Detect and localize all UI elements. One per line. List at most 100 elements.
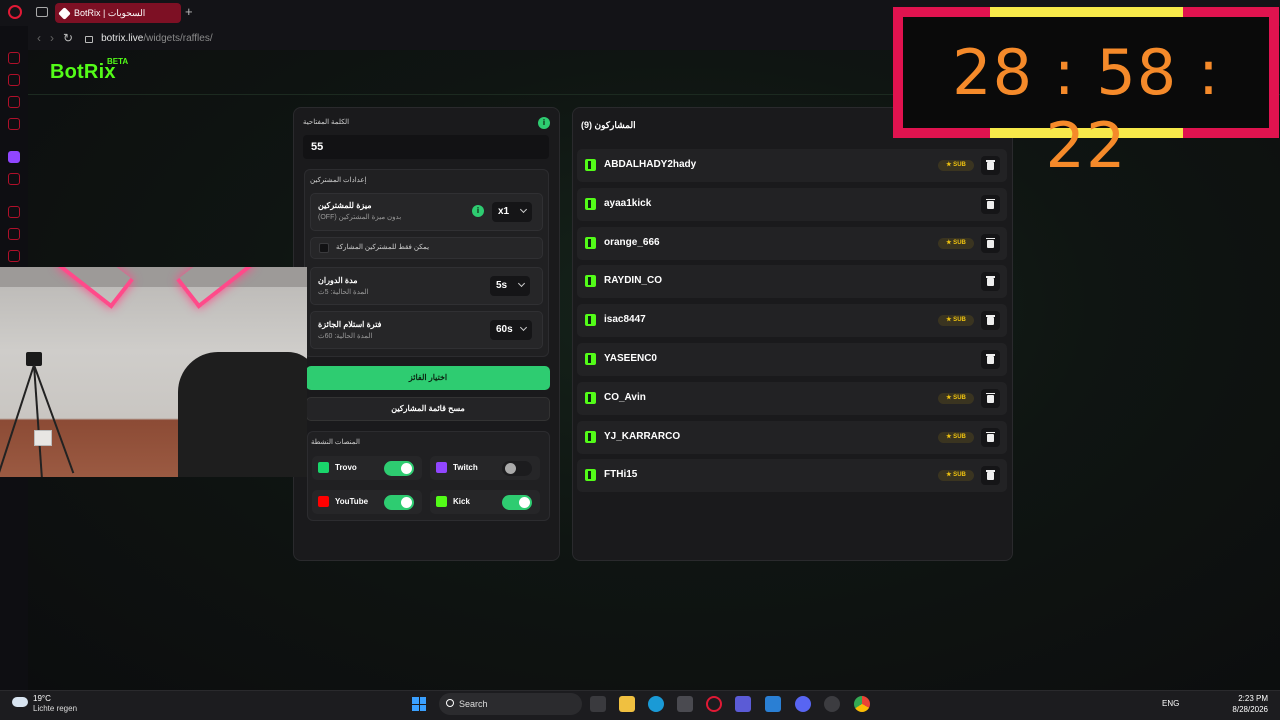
participant-row: YJ_KARRARCO ★ SUB bbox=[577, 420, 1007, 454]
windows-start-icon[interactable] bbox=[412, 697, 426, 711]
kick-icon bbox=[585, 159, 596, 171]
sidebar-whatsapp-icon[interactable] bbox=[8, 74, 20, 86]
sub-bonus-info-icon[interactable]: i bbox=[472, 205, 484, 217]
sidebar-instagram-icon[interactable] bbox=[8, 96, 20, 108]
twitch-icon bbox=[436, 462, 447, 473]
reload-icon[interactable]: ↻ bbox=[63, 31, 73, 45]
windows-taskbar bbox=[0, 690, 1280, 720]
only-subs-checkbox[interactable] bbox=[319, 243, 329, 253]
participant-name: CO_Avin bbox=[604, 391, 646, 403]
platform-name: Kick bbox=[453, 497, 470, 506]
language-indicator[interactable]: ENG bbox=[1162, 699, 1179, 708]
store-icon[interactable] bbox=[677, 696, 693, 712]
weather-description[interactable]: Lichte regen bbox=[33, 704, 77, 713]
search-placeholder: Search bbox=[459, 699, 488, 709]
twitch-toggle[interactable] bbox=[502, 461, 532, 476]
opera-taskbar-icon[interactable] bbox=[706, 696, 722, 712]
trovo-toggle[interactable] bbox=[384, 461, 414, 476]
kick-toggle[interactable] bbox=[502, 495, 532, 510]
forward-icon[interactable]: › bbox=[50, 31, 54, 45]
weather-temperature[interactable]: 19°C bbox=[33, 694, 51, 703]
steam-icon[interactable] bbox=[824, 696, 840, 712]
claim-period-value: 60s bbox=[496, 324, 513, 335]
chevron-down-icon bbox=[519, 205, 528, 214]
kick-icon bbox=[585, 275, 596, 288]
kick-icon bbox=[585, 236, 596, 249]
discord-icon[interactable] bbox=[795, 696, 811, 712]
delete-participant-button[interactable] bbox=[981, 350, 1000, 369]
delete-participant-button[interactable] bbox=[981, 466, 1000, 486]
kick-icon bbox=[585, 314, 596, 327]
youtube-toggle[interactable] bbox=[384, 495, 414, 510]
platform-name: Twitch bbox=[453, 463, 478, 472]
sub-badge: ★ SUB bbox=[938, 470, 974, 482]
delete-participant-button[interactable] bbox=[981, 156, 1000, 175]
delete-participant-button[interactable] bbox=[981, 233, 1000, 253]
pick-winner-button[interactable]: اختيار الفائز bbox=[306, 366, 550, 390]
participant-row: orange_666 ★ SUB bbox=[577, 226, 1007, 260]
clock-time[interactable]: 2:23 PM bbox=[1230, 694, 1268, 703]
spin-duration-dropdown[interactable]: 5s bbox=[490, 276, 530, 296]
file-explorer-icon[interactable] bbox=[619, 696, 635, 712]
claim-period-dropdown[interactable]: 60s bbox=[490, 320, 532, 340]
participant-row: CO_Avin ★ SUB bbox=[577, 381, 1007, 415]
lock-icon[interactable] bbox=[85, 35, 94, 43]
url-path: /widgets/raffles/ bbox=[143, 32, 213, 44]
taskbar-search[interactable]: Search bbox=[439, 693, 582, 715]
participant-row: RAYDIN_CO bbox=[577, 265, 1007, 299]
participant-name: YJ_KARRARCO bbox=[604, 430, 681, 442]
app-grid-icon[interactable] bbox=[765, 696, 781, 712]
botrix-logo[interactable]: BotRix bbox=[50, 61, 116, 84]
sidebar-discount-icon[interactable] bbox=[8, 173, 20, 185]
beta-badge: BETA bbox=[107, 57, 129, 66]
chevron-down-icon bbox=[517, 279, 526, 288]
delete-participant-button[interactable] bbox=[981, 272, 1000, 292]
browser-tab[interactable]: BotRix | السحوبات bbox=[55, 3, 181, 23]
platform-name: Trovo bbox=[335, 463, 357, 472]
platform-twitch: Twitch bbox=[430, 456, 540, 480]
new-tab-button[interactable]: + bbox=[185, 4, 193, 19]
participant-row: FTHi15 ★ SUB bbox=[577, 459, 1007, 493]
tripod-leg bbox=[0, 364, 35, 475]
participants-title: المشاركون (9) bbox=[581, 120, 636, 130]
claim-period-title: فترة استلام الجائزة bbox=[318, 320, 382, 329]
task-view-icon[interactable] bbox=[590, 696, 606, 712]
opera-logo-icon[interactable] bbox=[8, 5, 22, 19]
subscriber-settings-title: إعدادات المشتركين bbox=[310, 177, 367, 184]
chrome-icon[interactable] bbox=[854, 696, 870, 712]
timer-top-strip bbox=[990, 7, 1183, 17]
trovo-icon bbox=[318, 462, 329, 473]
clock-date[interactable]: 8/28/2026 bbox=[1222, 705, 1268, 714]
weather-cloud-icon[interactable] bbox=[12, 697, 28, 707]
sidebar-settings-icon[interactable] bbox=[8, 250, 20, 262]
sub-badge: ★ SUB bbox=[938, 431, 974, 443]
delete-participant-button[interactable] bbox=[981, 427, 1000, 447]
sidebar-messenger-icon[interactable] bbox=[8, 52, 20, 64]
kick-icon bbox=[585, 197, 596, 210]
delete-participant-button[interactable] bbox=[981, 194, 1000, 214]
keyword-input[interactable]: 55 bbox=[303, 135, 549, 159]
kick-icon bbox=[585, 353, 596, 365]
keyword-info-icon[interactable]: i bbox=[538, 117, 550, 129]
tab-switcher-icon[interactable] bbox=[36, 7, 48, 17]
sub-bonus-dropdown[interactable]: x1 bbox=[492, 202, 532, 222]
clear-participants-button[interactable]: مسح قائمة المشاركين bbox=[306, 397, 550, 421]
app-icon[interactable] bbox=[735, 696, 751, 712]
wall-outlet bbox=[34, 430, 52, 446]
sub-bonus-value: x1 bbox=[498, 206, 510, 217]
participant-name: orange_666 bbox=[604, 236, 660, 248]
sidebar-twitch-icon[interactable] bbox=[8, 151, 20, 163]
edge-icon[interactable] bbox=[648, 696, 664, 712]
sidebar-history-icon[interactable] bbox=[8, 228, 20, 240]
sidebar-player-icon[interactable] bbox=[8, 206, 20, 218]
sub-bonus-subtitle: بدون ميزة المشتركين (OFF) bbox=[318, 214, 402, 221]
delete-participant-button[interactable] bbox=[981, 311, 1000, 331]
claim-period-subtitle: المدة الحالية: 60ث bbox=[318, 333, 373, 340]
back-icon[interactable]: ‹ bbox=[37, 31, 41, 45]
sidebar-mail-icon[interactable] bbox=[8, 118, 20, 130]
participant-name: ayaa1kick bbox=[604, 197, 652, 209]
delete-participant-button[interactable] bbox=[981, 388, 1000, 408]
participant-name: RAYDIN_CO bbox=[604, 275, 662, 287]
url-field[interactable]: botrix.live/widgets/raffles/ bbox=[101, 33, 213, 44]
sub-bonus-title: ميزة للمشتركين bbox=[318, 201, 372, 210]
